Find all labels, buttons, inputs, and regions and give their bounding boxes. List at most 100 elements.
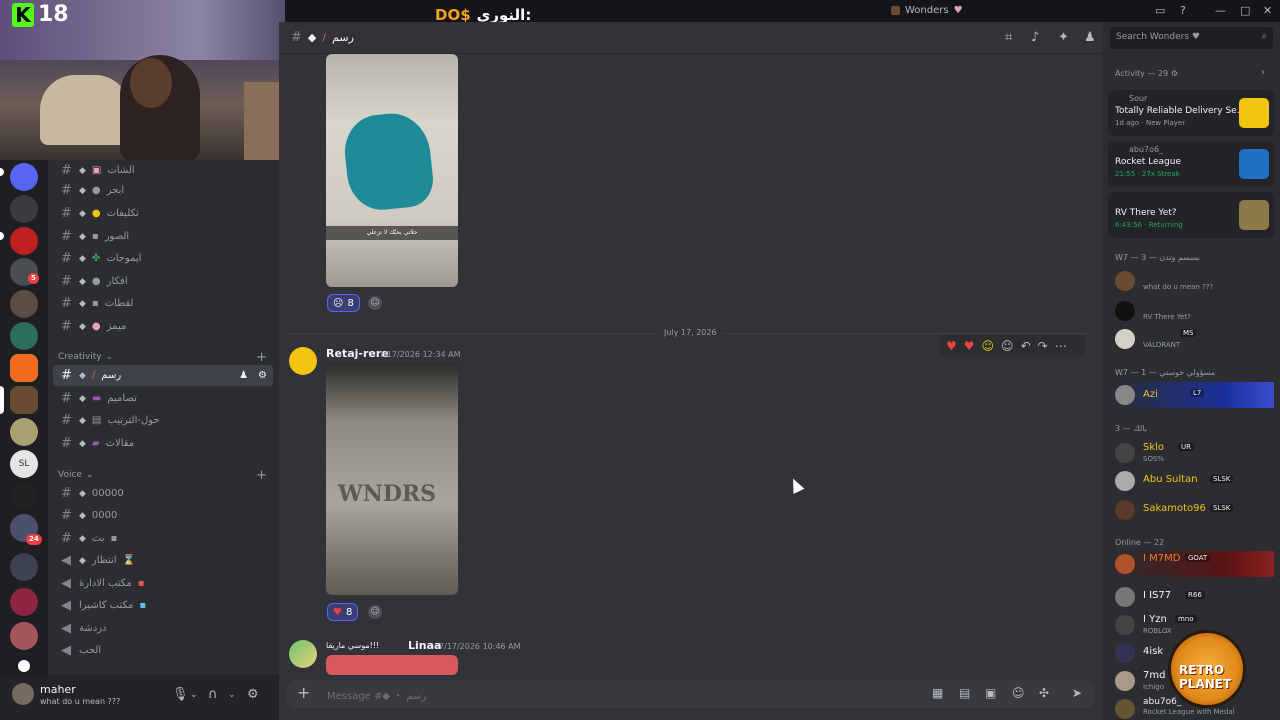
speaker-icon: ◀ [61, 553, 71, 568]
channel-item[interactable]: # ◆ ✤ ايموجات [53, 248, 273, 269]
voice-channel-item[interactable]: # ◆ بث ▪ [53, 528, 273, 549]
voice-channel-item[interactable]: # ◆ 0000 [53, 505, 273, 526]
invite-icon[interactable]: ♟ [239, 370, 248, 381]
activity-card[interactable]: RV There Yet? 6:43:56 · Returning [1108, 192, 1274, 238]
server-icon[interactable] [10, 482, 38, 510]
channel-item[interactable]: # ◆ ● ميمز [53, 316, 273, 337]
server-icon-wonders[interactable] [10, 386, 38, 414]
apps-icon[interactable]: ✣ [1039, 686, 1049, 700]
chevron-down-icon[interactable]: ⌄ [228, 690, 236, 700]
avatar[interactable] [289, 640, 317, 668]
reaction-button[interactable]: ☹ 8 [327, 294, 360, 312]
channel-item[interactable]: # ◆ ▬ تصاميم [53, 388, 273, 409]
channel-item[interactable]: # ◆ ▣ الشات [53, 160, 273, 181]
channel-item-selected[interactable]: # ◆ / رسم ♟ ⚙ [53, 365, 273, 386]
message-image-drawing[interactable]: حلاتي بحبّك لا تزعلي [326, 54, 458, 287]
member-item[interactable]: Abu Sultan SLSK [1110, 468, 1274, 494]
member-group-header: بالك — 3 [1115, 424, 1148, 433]
voice-channel-item[interactable]: ◀ ◆ انتظار ⌛ [53, 550, 273, 571]
reply-icon[interactable]: ↶ [1021, 339, 1031, 353]
channel-item[interactable]: # ◆ ● افكار [53, 271, 273, 292]
headphones-icon[interactable]: ∩ [208, 687, 218, 702]
channel-item[interactable]: # ◆ ● ابجر [53, 180, 273, 201]
threads-icon[interactable]: ⌗ [1005, 30, 1012, 45]
add-channel-icon[interactable]: + [256, 468, 267, 483]
activity-card[interactable]: abu7o6_ Rocket League 21:55 · 27x Streak [1108, 141, 1274, 187]
attach-plus-icon[interactable]: + [297, 683, 310, 702]
server-folder[interactable] [10, 553, 38, 581]
voice-channel-item[interactable]: ◀ مكتب كاشيرا ▪ [53, 595, 273, 616]
message-image-photo[interactable]: WNDRS [326, 363, 458, 595]
channel-item[interactable]: # ◆ ▪ لقطات [53, 293, 273, 314]
voice-channel-item[interactable]: ◀ دردشة [53, 618, 273, 639]
server-icon[interactable] [10, 622, 38, 650]
maximize-icon[interactable]: □ [1240, 4, 1250, 17]
member-group-header: W7 — بسسم وتدن — 3 [1115, 253, 1200, 262]
voice-channel-item[interactable]: # ◆ 00000 [53, 483, 273, 504]
gif-icon[interactable]: ▤ [959, 686, 970, 700]
server-icon[interactable] [10, 163, 38, 191]
add-reaction-icon[interactable]: ☺ [368, 605, 382, 619]
server-icon[interactable] [10, 588, 38, 616]
search-input[interactable]: Search Wonders ♥ ⌕ [1110, 27, 1273, 49]
inbox-icon[interactable]: ▭ [1155, 4, 1165, 17]
message-input[interactable]: Message #◆ ・ رسم [327, 687, 426, 702]
avatar[interactable] [12, 683, 34, 705]
mute-bell-icon[interactable]: ♪ [1031, 30, 1039, 45]
gear-icon[interactable]: ⚙ [1171, 69, 1178, 78]
help-icon[interactable]: ? [1180, 4, 1186, 17]
message-image-partial[interactable] [326, 655, 458, 675]
avatar[interactable] [289, 347, 317, 375]
message-author[interactable]: Linaa [408, 639, 441, 652]
chevron-right-icon[interactable]: › [1261, 67, 1265, 78]
voice-channel-item[interactable]: ◀ الحب [53, 640, 273, 661]
member-item[interactable]: I M7MD GOAT [1110, 551, 1274, 577]
send-icon[interactable]: ➤ [1072, 686, 1082, 700]
gift-icon[interactable]: ▦ [932, 686, 943, 700]
sticker-icon[interactable]: ▣ [985, 686, 996, 700]
member-item[interactable]: MS VALORANT [1110, 326, 1274, 352]
close-icon[interactable]: ✕ [1263, 4, 1272, 17]
channel-item[interactable]: # ◆ ▪ الصور [53, 226, 273, 247]
server-icon[interactable] [10, 227, 38, 255]
hearts-reaction-icon[interactable]: ♥ [964, 339, 975, 353]
member-list-icon[interactable]: ♟ [1084, 30, 1096, 45]
add-channel-icon[interactable]: + [256, 350, 267, 365]
chevron-down-icon[interactable]: ⌄ [190, 690, 198, 700]
server-icon[interactable] [10, 418, 38, 446]
add-reaction-icon[interactable]: ☺ [368, 296, 382, 310]
server-icon[interactable] [10, 195, 38, 223]
member-item[interactable]: RV There Yet? [1110, 298, 1274, 324]
member-item[interactable]: Azi L7 [1110, 382, 1274, 408]
activity-card[interactable]: Sour Totally Reliable Delivery Se... 1d … [1108, 90, 1274, 136]
forward-icon[interactable]: ↷ [1038, 339, 1048, 353]
category-label: Creativity [58, 352, 102, 362]
member-status: RV There Yet? [1143, 313, 1191, 321]
server-icon[interactable]: SL [10, 450, 38, 478]
category-creativity[interactable]: Creativity ⌄ [58, 352, 113, 362]
channel-item[interactable]: # ◆ ● تكليفات [53, 203, 273, 224]
emoji-icon[interactable]: ☺ [1012, 686, 1025, 700]
member-item[interactable]: Sakamoto96 SLSK [1110, 497, 1274, 523]
smile-reaction-icon[interactable]: ☺ [982, 339, 995, 353]
server-icon[interactable] [10, 354, 38, 382]
server-icon[interactable] [10, 322, 38, 350]
server-icon[interactable] [10, 290, 38, 318]
gear-icon[interactable]: ⚙ [247, 687, 259, 702]
pin-icon[interactable]: ✦ [1058, 30, 1069, 45]
member-item[interactable]: what do u mean ??? [1110, 268, 1274, 294]
microphone-icon[interactable]: 🎙 [172, 687, 189, 702]
minimize-icon[interactable]: — [1215, 4, 1226, 17]
category-voice[interactable]: Voice ⌄ [58, 470, 94, 480]
voice-channel-item[interactable]: ◀ مكتب الادارة ▪ [53, 573, 273, 594]
gear-icon[interactable]: ⚙ [258, 370, 267, 381]
heart-reaction-icon[interactable]: ♥ [946, 339, 957, 353]
channel-item[interactable]: # ◆ ▰ مقالات [53, 433, 273, 454]
channel-item[interactable]: # ◆ ▤ حول-الترتيب [53, 410, 273, 431]
add-server-icon[interactable] [18, 660, 30, 672]
more-icon[interactable]: ⋯ [1055, 339, 1067, 353]
reaction-button[interactable]: ♥ 8 [327, 603, 359, 621]
add-reaction-icon[interactable]: ☺ [1001, 339, 1014, 353]
member-item[interactable]: Sklo UR SOS% [1110, 440, 1274, 466]
member-item[interactable]: I IS77 R66 [1110, 584, 1274, 610]
